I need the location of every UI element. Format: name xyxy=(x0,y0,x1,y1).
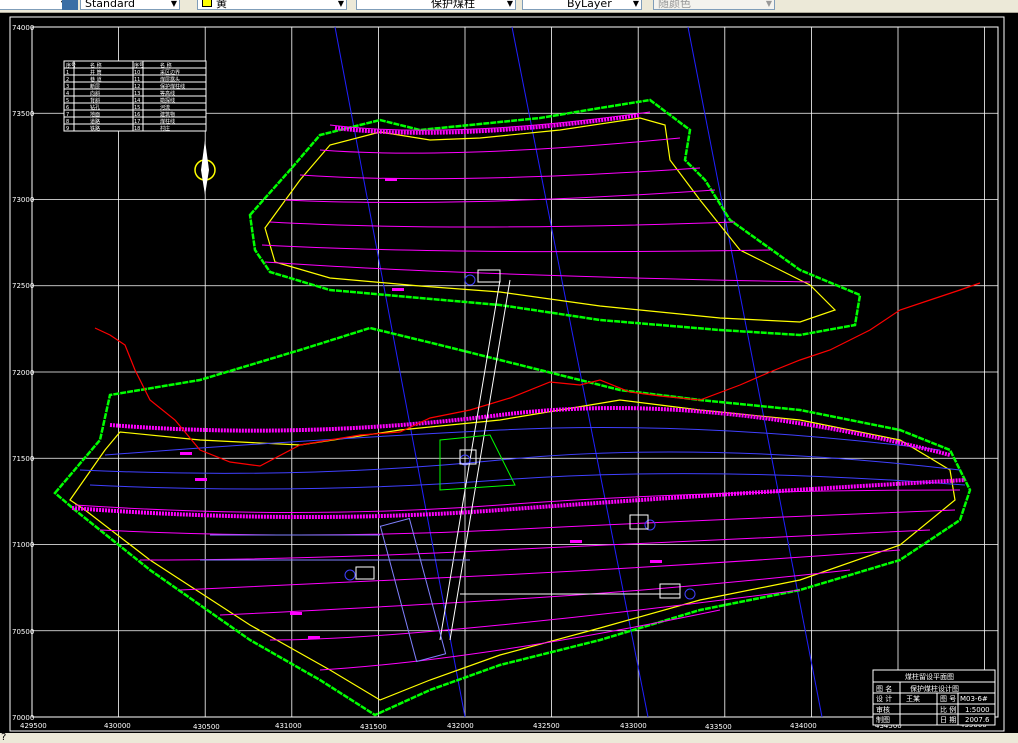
style-icon[interactable] xyxy=(62,0,78,10)
y-label: 72000 xyxy=(12,369,34,377)
x-label: 434000 xyxy=(790,722,817,730)
x-label: 432000 xyxy=(447,722,474,730)
x-label: 430000 xyxy=(104,722,131,730)
roadways xyxy=(200,279,680,663)
y-label: 72500 xyxy=(12,282,34,290)
legend-cell: 铁路 xyxy=(90,125,100,132)
name-label: 图 名 xyxy=(876,684,892,693)
drawing-canvas[interactable]: 74000 73500 73000 72500 72000 71500 7100… xyxy=(0,13,1018,733)
legend-table: 序号名 称序号名 称1 井 筒 10 采区边界2 巷 道 11 煤层露头3 断层 12 保护煤柱线… xyxy=(63,60,207,132)
x-label: 431500 xyxy=(360,723,387,731)
scale-value: 1:5000 xyxy=(965,706,990,714)
north-arrow-icon xyxy=(194,140,216,195)
color-combo[interactable]: 黄 ▼ xyxy=(197,0,347,10)
command-prompt: ? xyxy=(1,732,7,743)
dimension-style-combo[interactable]: ▼ xyxy=(0,0,70,10)
drawing-title: 煤柱留设平面图 xyxy=(905,672,954,681)
checker-label: 审核 xyxy=(876,705,890,714)
scale-label: 比 例 xyxy=(940,705,956,714)
chevron-down-icon: ▼ xyxy=(506,0,513,8)
x-label: 433000 xyxy=(620,722,647,730)
shaft-symbols xyxy=(344,269,696,600)
title-block: 煤柱留设平面图 图 名 保护煤柱设计图 设 计 王某 图 号 M03-6# 审核… xyxy=(872,669,996,726)
chevron-down-icon: ▼ xyxy=(170,0,177,8)
x-label: 433500 xyxy=(705,723,732,731)
color-swatch-icon xyxy=(202,0,212,7)
chevron-down-icon: ▼ xyxy=(765,0,772,8)
designer-label: 设 计 xyxy=(876,694,892,703)
properties-toolbar: ▼ Standard▼ 黄▼ 保护煤柱▼ ByLayer▼ 随颜色▼ xyxy=(0,0,1018,13)
cad-drawing: 74000 73500 73000 72500 72000 71500 7100… xyxy=(9,16,1005,732)
legend-cell: 18 xyxy=(134,126,140,132)
x-label: 430500 xyxy=(193,723,220,731)
x-label: 431000 xyxy=(275,722,302,730)
y-label: 73000 xyxy=(12,196,34,204)
name-value: 保护煤柱设计图 xyxy=(910,684,959,693)
date-label: 日 期 xyxy=(940,716,956,724)
lower-panel-boundary xyxy=(53,326,972,717)
y-label: 70000 xyxy=(12,714,34,722)
layer-combo[interactable]: 保护煤柱 ▼ xyxy=(356,0,516,10)
upper-contours xyxy=(261,111,811,283)
y-label: 71500 xyxy=(12,455,34,463)
command-line[interactable]: ? xyxy=(0,733,1018,743)
y-label: 73500 xyxy=(12,110,34,118)
chevron-down-icon: ▼ xyxy=(632,0,639,8)
y-label: 71000 xyxy=(12,541,34,549)
x-label: 429500 xyxy=(20,722,47,730)
designer-value: 王某 xyxy=(906,695,920,703)
legend-cell: 9 xyxy=(66,126,69,132)
linetype-combo[interactable]: ByLayer ▼ xyxy=(522,0,642,10)
lineweight-combo[interactable]: 随颜色 ▼ xyxy=(653,0,775,10)
chevron-down-icon: ▼ xyxy=(337,0,344,8)
legend-cell: 村庄 xyxy=(160,125,170,132)
y-label: 74000 xyxy=(12,24,34,32)
date-value: 2007.6 xyxy=(965,716,990,724)
style-combo[interactable]: Standard ▼ xyxy=(80,0,180,10)
lower-pillar-line xyxy=(69,399,956,701)
y-axis-labels: 74000 73500 73000 72500 72000 71500 7100… xyxy=(12,24,34,722)
number-value: M03-6# xyxy=(960,695,988,703)
drawer-label: 制图 xyxy=(876,715,890,724)
x-axis-labels: 429500 430000 430500 431000 431500 43200… xyxy=(20,721,987,731)
y-label: 70500 xyxy=(12,628,34,636)
river-line xyxy=(94,282,981,467)
number-label: 图 号 xyxy=(940,695,956,703)
x-label: 432500 xyxy=(533,722,560,730)
